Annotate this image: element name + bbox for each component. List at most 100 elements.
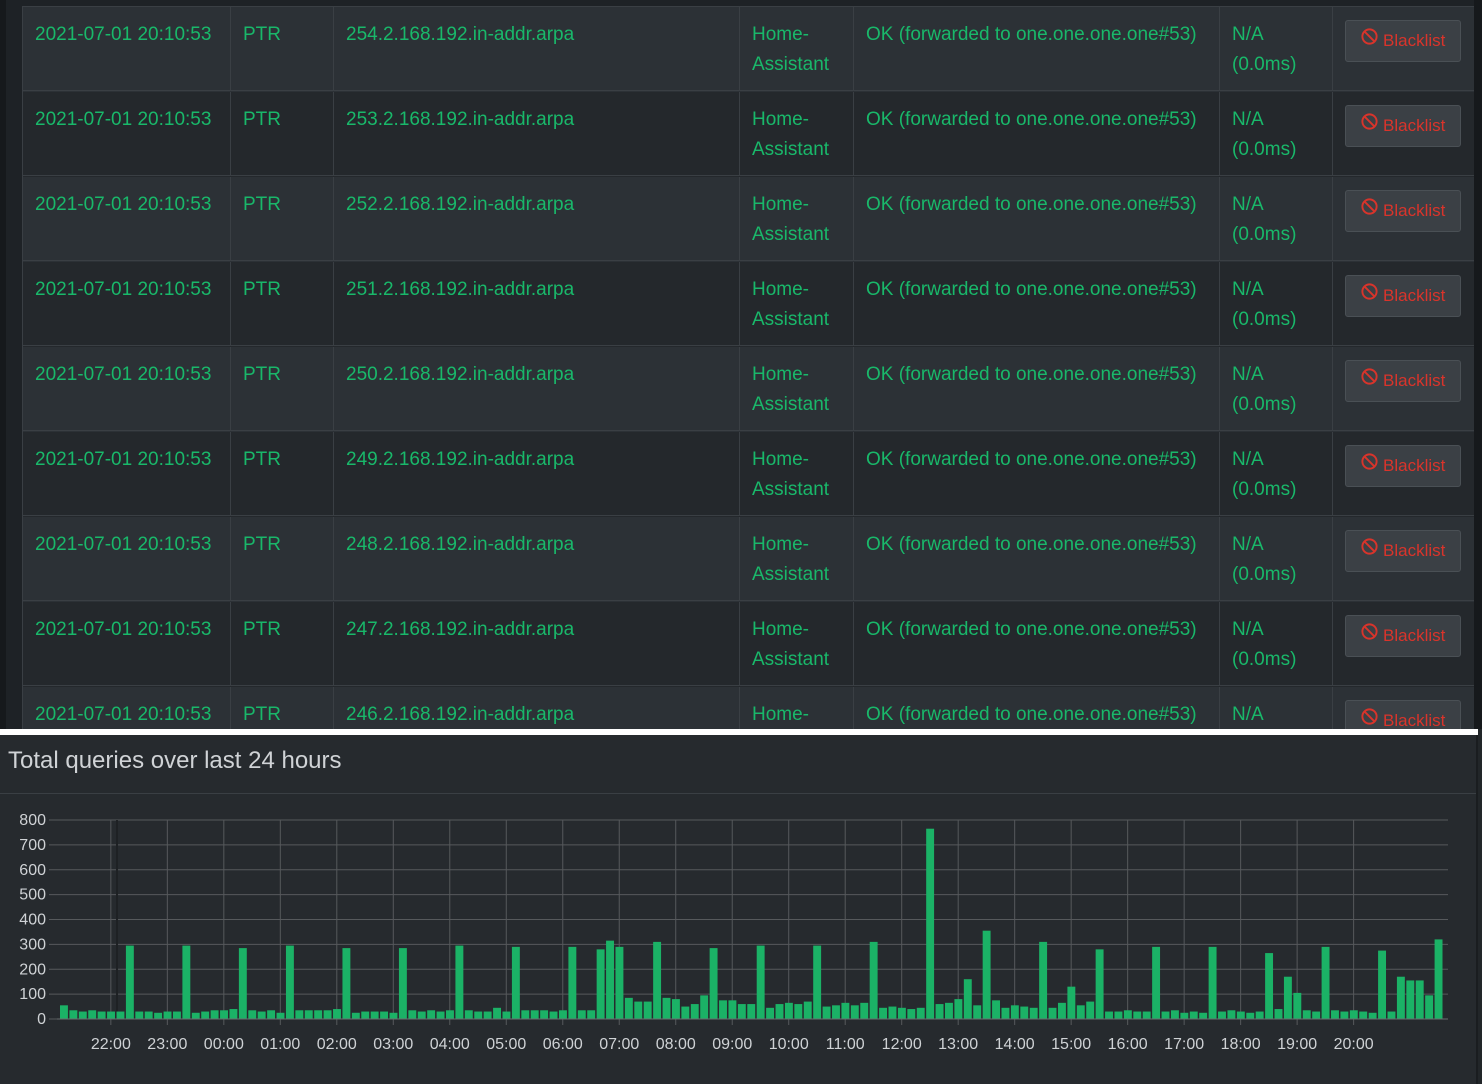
- x-tick-label: 03:00: [373, 1036, 413, 1053]
- query-log-table: 2021-07-01 20:10:53 PTR 254.2.168.192.in-a…: [0, 0, 1482, 729]
- query-time: 2021-07-01 20:10:53: [23, 687, 231, 729]
- x-tick-label: 10:00: [769, 1036, 809, 1053]
- table-right-scrollbar[interactable]: [1474, 0, 1482, 729]
- query-bar: [398, 948, 407, 1019]
- query-status: OK (forwarded to one.one.one.one#53): [854, 7, 1220, 91]
- reply-line-1: N/A: [1232, 704, 1264, 725]
- query-bar: [191, 1012, 200, 1019]
- query-bar: [1396, 976, 1405, 1019]
- table-row: 2021-07-01 20:10:53 PTR 252.2.168.192.in-a…: [23, 177, 1475, 262]
- query-bar: [182, 945, 191, 1019]
- query-bar: [1359, 1011, 1368, 1019]
- query-bar: [558, 1010, 567, 1019]
- blacklist-button[interactable]: Blacklist: [1345, 615, 1461, 657]
- queries-chart-panel: Total queries over last 24 hours 0 100 200…: [0, 735, 1478, 1084]
- client-line-2: Assistant: [752, 139, 830, 160]
- query-bar: [596, 949, 605, 1019]
- query-bar: [709, 948, 718, 1019]
- query-bar: [69, 1010, 78, 1019]
- query-client: Home- Assistant: [740, 262, 854, 346]
- blacklist-button[interactable]: Blacklist: [1345, 20, 1461, 62]
- query-bar: [1048, 1007, 1057, 1019]
- query-bar: [945, 1002, 953, 1019]
- query-bar: [474, 1011, 483, 1019]
- blacklist-button[interactable]: Blacklist: [1345, 530, 1461, 572]
- panel-right-edge: [1476, 735, 1478, 1084]
- query-status: OK (forwarded to one.one.one.one#53): [854, 602, 1220, 686]
- query-bar: [907, 1009, 916, 1019]
- ban-icon: [1360, 536, 1379, 566]
- reply-line-2: (0.0ms): [1232, 139, 1297, 160]
- query-bar: [1170, 1010, 1179, 1019]
- query-bar: [1425, 995, 1434, 1019]
- reply-line-1: N/A: [1232, 619, 1264, 640]
- x-tick-label: 11:00: [826, 1036, 865, 1053]
- query-bar: [1246, 1012, 1255, 1019]
- reply-line-1: N/A: [1232, 449, 1264, 470]
- query-bar: [540, 1010, 549, 1019]
- query-bar: [521, 1010, 530, 1019]
- query-bar: [125, 945, 134, 1019]
- query-type: PTR: [231, 262, 334, 346]
- query-bar: [285, 945, 294, 1019]
- query-status: OK (forwarded to one.one.one.one#53): [854, 687, 1220, 729]
- query-bar: [850, 1005, 859, 1019]
- reply-line-1: N/A: [1232, 24, 1264, 45]
- x-tick-label: 18:00: [1221, 1036, 1261, 1053]
- query-bar: [88, 1010, 97, 1019]
- query-bar: [276, 1012, 285, 1019]
- blacklist-button[interactable]: Blacklist: [1345, 105, 1461, 147]
- query-client: Home- Assistant: [740, 432, 854, 516]
- reply-line-1: N/A: [1232, 279, 1264, 300]
- client-line-1: Home-: [752, 279, 810, 300]
- x-tick-label: 00:00: [204, 1036, 244, 1053]
- blacklist-button[interactable]: Blacklist: [1345, 190, 1461, 232]
- query-bar: [1208, 946, 1217, 1019]
- query-bar: [1001, 1007, 1010, 1019]
- query-bar: [323, 1010, 332, 1019]
- x-tick-label: 08:00: [656, 1036, 696, 1053]
- reply-line-1: N/A: [1232, 534, 1264, 555]
- query-bar: [107, 1011, 115, 1019]
- blacklist-button[interactable]: Blacklist: [1345, 700, 1461, 729]
- x-tick-label: 01:00: [260, 1036, 300, 1053]
- query-bar: [1378, 950, 1387, 1019]
- query-bar: [1189, 1011, 1198, 1019]
- query-action: Blacklist: [1333, 517, 1475, 601]
- query-bar: [1057, 1002, 1066, 1019]
- query-action: Blacklist: [1333, 7, 1475, 91]
- query-bar: [832, 1005, 840, 1019]
- blacklist-button[interactable]: Blacklist: [1345, 275, 1461, 317]
- client-line-1: Home-: [752, 534, 810, 555]
- x-tick-label: 19:00: [1277, 1036, 1317, 1053]
- blacklist-button[interactable]: Blacklist: [1345, 360, 1461, 402]
- table-row: 2021-07-01 20:10:53 PTR 251.2.168.192.in-a…: [23, 262, 1475, 347]
- ban-icon: [1360, 26, 1379, 56]
- table-row: 2021-07-01 20:10:53 PTR 250.2.168.192.in-a…: [23, 347, 1475, 432]
- query-bar: [1236, 1011, 1245, 1019]
- query-client: Home- Assistant: [740, 177, 854, 261]
- query-time: 2021-07-01 20:10:53: [23, 7, 231, 91]
- query-bar: [1331, 1010, 1339, 1019]
- query-bar: [690, 1004, 699, 1019]
- query-bar: [144, 1011, 153, 1019]
- ban-icon: [1360, 621, 1379, 651]
- query-bar: [172, 1011, 181, 1019]
- x-tick-label: 05:00: [486, 1036, 526, 1053]
- reply-line-2: (0.0ms): [1232, 224, 1297, 245]
- query-action: Blacklist: [1333, 262, 1475, 346]
- queries-bar-chart[interactable]: 0 100 200 300 400 500 600 700 800 22:00 23:00 00:00…: [0, 795, 1478, 1084]
- query-bar: [1321, 946, 1330, 1019]
- query-bar: [822, 1006, 831, 1019]
- query-bar: [1142, 1011, 1151, 1019]
- client-line-1: Home-: [752, 704, 810, 725]
- blacklist-button[interactable]: Blacklist: [1345, 445, 1461, 487]
- chart-panel-header: Total queries over last 24 hours: [0, 735, 1478, 794]
- query-reply: N/A (0.0ms): [1220, 517, 1333, 601]
- reply-line-1: N/A: [1232, 364, 1264, 385]
- query-bar: [220, 1010, 228, 1019]
- query-bar: [314, 1010, 323, 1019]
- x-tick-label: 12:00: [882, 1036, 922, 1053]
- query-bar: [1152, 946, 1161, 1019]
- query-type: PTR: [231, 347, 334, 431]
